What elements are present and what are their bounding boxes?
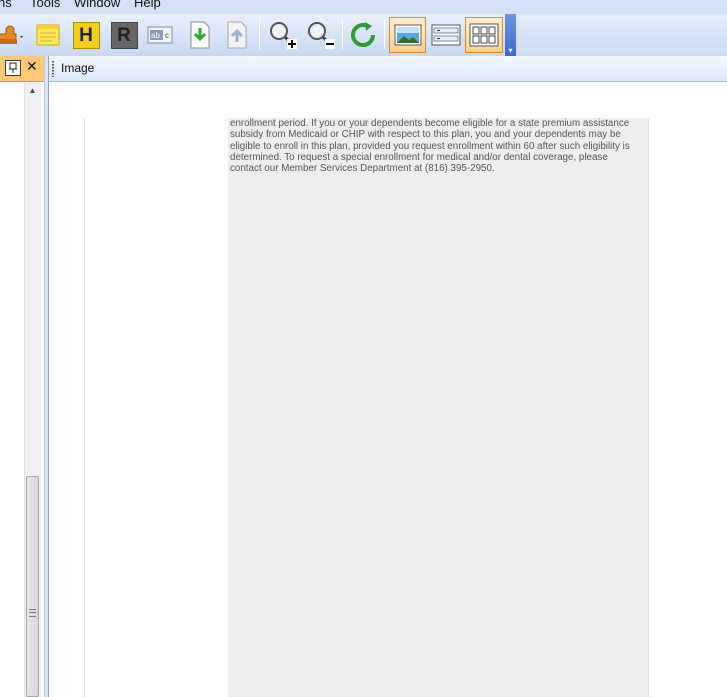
stamp-button[interactable] (0, 17, 28, 53)
redact-icon: R (110, 21, 138, 49)
left-pane-header: ✕ (0, 56, 44, 82)
zoom-out-icon (308, 22, 335, 49)
svg-text:ab: ab (151, 31, 160, 40)
toolbar-separator (342, 19, 343, 49)
svg-text:c: c (165, 31, 169, 40)
list-view-icon (431, 24, 461, 46)
list-view-button[interactable] (428, 17, 464, 53)
toolbar-separator (384, 19, 385, 49)
document-text: enrollment period. If you or your depend… (230, 118, 646, 174)
close-icon[interactable]: ✕ (26, 58, 38, 75)
menu-item-options[interactable]: ns (0, 0, 12, 10)
ocr-text-icon: ab c (147, 26, 173, 44)
document-line: contact our Member Services Department a… (230, 163, 495, 175)
pin-icon[interactable] (5, 60, 21, 76)
refresh-icon (351, 22, 375, 47)
zoom-out-button[interactable] (304, 17, 338, 53)
menu-item-help[interactable]: Help (134, 0, 161, 10)
highlight-letter: H (79, 24, 93, 46)
image-view-button[interactable] (389, 17, 426, 53)
image-pane-title: Image (61, 61, 95, 75)
document-text-region (228, 118, 649, 697)
download-icon (190, 21, 210, 49)
document-line: determined. To request a special enrollm… (230, 151, 608, 163)
zoom-in-icon (270, 22, 297, 49)
menu-item-tools[interactable]: Tools (30, 0, 60, 10)
drag-grip-icon[interactable] (52, 61, 54, 77)
document-line: enrollment period. If you or your depend… (230, 118, 630, 129)
overflow-chevron-icon: ▾ (508, 46, 513, 55)
upload-button[interactable] (220, 17, 254, 53)
image-view-icon (394, 24, 421, 46)
thumbnail-view-icon (469, 23, 499, 47)
document-line: subsidy from Medicaid or CHIP with respe… (230, 129, 621, 141)
download-button[interactable] (183, 17, 217, 53)
highlight-icon: H (72, 21, 100, 49)
zoom-in-button[interactable] (266, 17, 300, 53)
document-line: eligible to enroll in this plan, provide… (230, 140, 630, 152)
toolbar-separator (259, 19, 260, 49)
scroll-up-arrow-icon[interactable]: ▲ (24, 82, 41, 100)
redact-letter: R (117, 24, 131, 46)
stamp-icon (0, 25, 23, 44)
refresh-button[interactable] (346, 17, 380, 53)
image-pane-header (49, 56, 727, 82)
highlight-button[interactable]: H (69, 17, 103, 53)
sticky-note-icon (36, 24, 60, 46)
redact-button[interactable]: R (107, 17, 141, 53)
thumbnail-view-button[interactable] (465, 17, 503, 53)
menu-item-window[interactable]: Window (74, 0, 120, 10)
menu-bar: ns Tools Window Help (0, 0, 727, 14)
scrollbar-grip-icon (29, 609, 36, 617)
ocr-button[interactable]: ab c (144, 17, 178, 53)
note-button[interactable] (31, 17, 65, 53)
scrollbar-thumb[interactable] (26, 476, 39, 697)
upload-icon (227, 21, 247, 49)
toolbar-overflow-grip[interactable]: ▾ (505, 14, 516, 56)
